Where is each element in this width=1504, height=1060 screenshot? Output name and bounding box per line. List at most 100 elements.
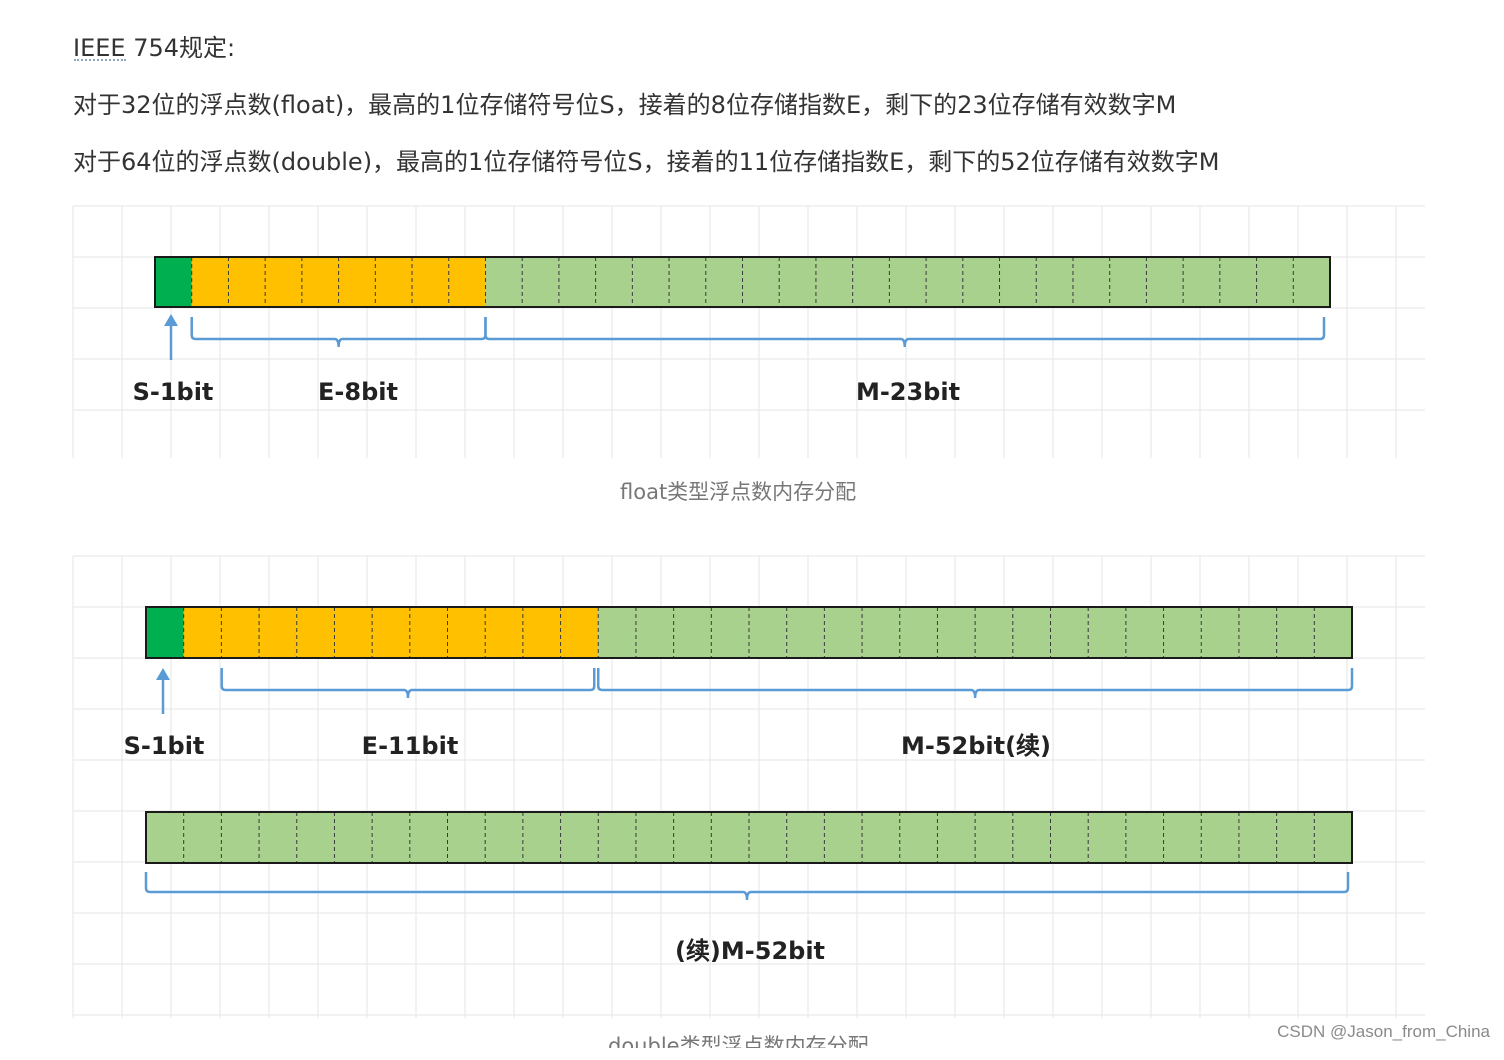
- exponent-cell: [191, 257, 229, 307]
- exponent-cell: [338, 257, 376, 307]
- mantissa-cell: [1050, 812, 1089, 863]
- mantissa-cell: [558, 257, 596, 307]
- mantissa-cell: [485, 257, 523, 307]
- mantissa-cell: [937, 607, 976, 658]
- mantissa-cell: [146, 812, 184, 863]
- float-caption: float类型浮点数内存分配: [620, 480, 857, 504]
- mantissa-cell: [1238, 812, 1277, 863]
- mantissa-cell: [1238, 607, 1277, 658]
- exponent-cell: [301, 257, 339, 307]
- mantissa-cell: [183, 812, 222, 863]
- mantissa-cell: [1201, 812, 1239, 863]
- mantissa-cell: [711, 812, 749, 863]
- double-brackets-row-1: [156, 668, 1354, 714]
- exponent-cell: [183, 607, 222, 658]
- sign-cell: [155, 257, 192, 307]
- mantissa-cell: [1276, 607, 1315, 658]
- exponent-cell: [372, 607, 410, 658]
- float-mantissa-bracket: [484, 317, 1326, 348]
- exponent-cell: [560, 607, 599, 658]
- double-mantissa-bracket-1: [597, 668, 1354, 699]
- mantissa-cell: [334, 812, 373, 863]
- mantissa-cell: [259, 812, 297, 863]
- mantissa-cell: [1012, 812, 1051, 863]
- mantissa-cell: [447, 812, 486, 863]
- float-bit-row: [154, 256, 1331, 308]
- mantissa-cell: [598, 607, 636, 658]
- mantissa-cell: [815, 257, 853, 307]
- mantissa-cell: [1125, 607, 1164, 658]
- exponent-cell: [485, 607, 523, 658]
- exponent-cell: [375, 257, 413, 307]
- mantissa-cell: [779, 257, 816, 307]
- mantissa-cell: [962, 257, 1000, 307]
- mantissa-cell: [1219, 257, 1257, 307]
- mantissa-cell: [1256, 257, 1294, 307]
- double-caption: double类型浮点数内存分配: [608, 1034, 869, 1058]
- mantissa-cell: [862, 812, 900, 863]
- mantissa-cell: [1163, 607, 1202, 658]
- float-sign-label: S-1bit: [133, 378, 214, 406]
- mantissa-cell: [1276, 812, 1315, 863]
- watermark: CSDN @Jason_from_China: [1277, 1022, 1490, 1041]
- double-mantissa-cont2-label: (续)M-52bit: [675, 937, 825, 965]
- mantissa-cell: [409, 812, 448, 863]
- mantissa-cell: [711, 607, 749, 658]
- double-mantissa-cont-label: M-52bit(续): [901, 732, 1051, 760]
- exponent-cell: [412, 257, 449, 307]
- double-sign-label: S-1bit: [124, 732, 205, 760]
- mantissa-cell: [1088, 812, 1126, 863]
- mantissa-cell: [889, 257, 927, 307]
- mantissa-cell: [705, 257, 743, 307]
- mantissa-cell: [749, 607, 787, 658]
- exponent-cell: [448, 257, 486, 307]
- double-exponent-label: E-11bit: [362, 732, 459, 760]
- sign-cell: [146, 607, 184, 658]
- mantissa-cell: [1183, 257, 1220, 307]
- mantissa-cell: [221, 812, 260, 863]
- mantissa-cell: [786, 812, 825, 863]
- mantissa-cell: [1201, 607, 1239, 658]
- mantissa-cell: [1146, 257, 1184, 307]
- mantissa-cell: [742, 257, 780, 307]
- mantissa-cell: [1036, 257, 1073, 307]
- double-exponent-bracket: [220, 668, 596, 699]
- mantissa-cell: [786, 607, 825, 658]
- mantissa-cell: [632, 257, 670, 307]
- mantissa-cell: [824, 812, 863, 863]
- mantissa-cell: [1314, 812, 1352, 863]
- exponent-cell: [296, 607, 335, 658]
- mantissa-cell: [485, 812, 523, 863]
- float-mantissa-label: M-23bit: [856, 378, 960, 406]
- exponent-cell: [221, 607, 260, 658]
- mantissa-cell: [937, 812, 976, 863]
- exponent-cell: [228, 257, 266, 307]
- mantissa-cell: [824, 607, 863, 658]
- float-brackets: [164, 314, 1326, 360]
- exponent-cell: [522, 607, 561, 658]
- exponent-cell: [265, 257, 302, 307]
- mantissa-cell: [749, 812, 787, 863]
- mantissa-cell: [522, 257, 559, 307]
- mantissa-cell: [999, 257, 1037, 307]
- exponent-cell: [447, 607, 486, 658]
- exponent-cell: [409, 607, 448, 658]
- float-sign-arrow-head: [164, 314, 178, 326]
- mantissa-cell: [669, 257, 706, 307]
- mantissa-cell: [852, 257, 890, 307]
- mantissa-cell: [1072, 257, 1110, 307]
- mantissa-cell: [1050, 607, 1089, 658]
- exponent-cell: [259, 607, 297, 658]
- mantissa-cell: [1109, 257, 1147, 307]
- ieee754-diagram: S-1bit E-8bit M-23bit S-1bit E-11bit M-5…: [72, 205, 1425, 1018]
- double-bit-row-1: [145, 606, 1353, 659]
- double-brackets-row-2: [144, 872, 1350, 901]
- mantissa-cell: [296, 812, 335, 863]
- mantissa-cell: [595, 257, 633, 307]
- mantissa-cell: [522, 812, 561, 863]
- mantissa-cell: [1293, 257, 1330, 307]
- double-sign-arrow-head: [156, 668, 170, 680]
- mantissa-cell: [899, 812, 938, 863]
- exponent-cell: [334, 607, 373, 658]
- mantissa-cell: [635, 812, 674, 863]
